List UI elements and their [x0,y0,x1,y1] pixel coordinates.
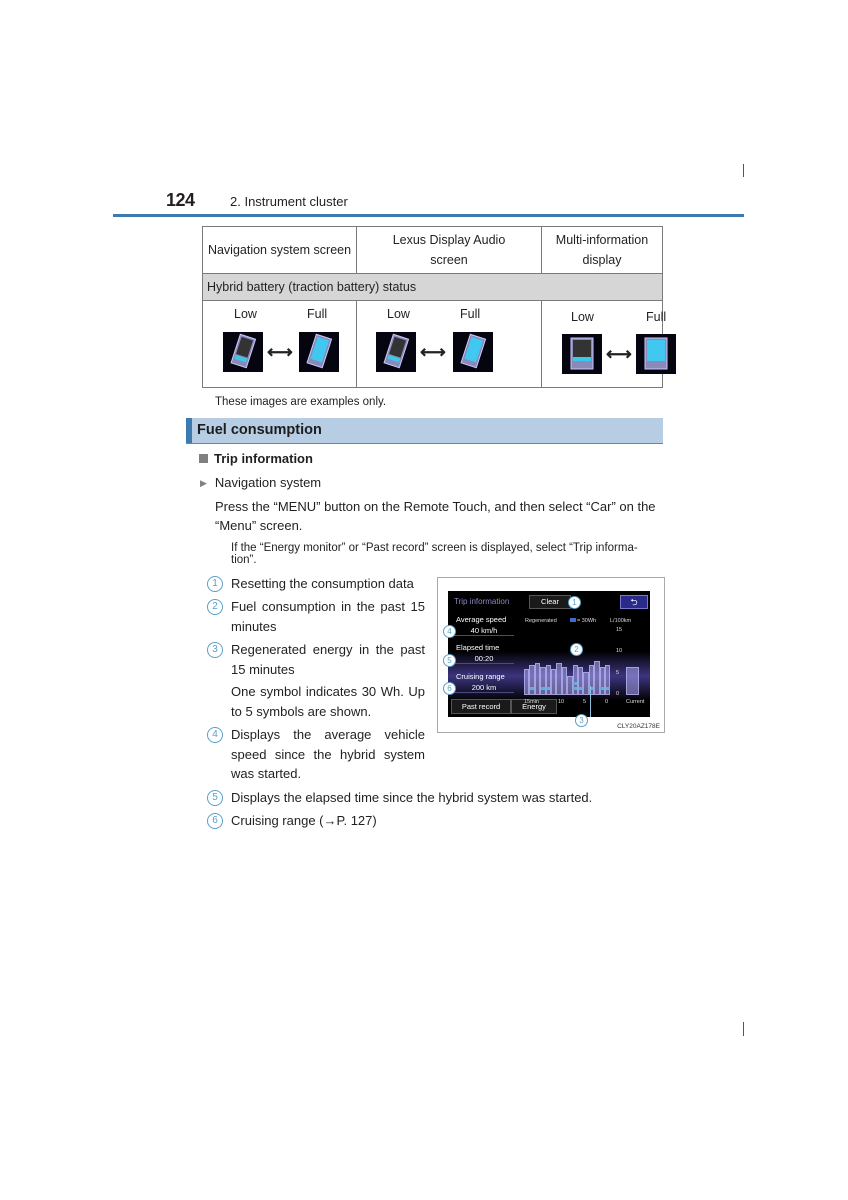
number-5-icon: 5 [207,790,223,806]
current-fuel-bar [626,667,639,695]
regen-symbol [578,687,583,690]
regen-symbol [573,682,578,685]
trip-info-screen: Trip information Clear ⮌ Average speed 4… [448,591,650,717]
list-item-text: Regenerated energy in the past 15 minute… [231,642,425,677]
list-item-detail: One symbol indicates 30 Wh. Up to 5 symb… [231,684,425,719]
callout-3: 3 [575,714,588,727]
section-title: Fuel consumption [197,422,322,438]
list-item-text: Displays the elapsed time since the hybr… [231,790,593,805]
list-item: 2 Fuel consumption in the past 15 minute… [207,597,425,637]
figure-code: CLY20AZ178E [617,723,660,730]
page-number: 124 [166,190,195,210]
list-item-text: Cruising range (→P. 127) [231,813,377,828]
subsubsection-title: Navigation system [214,475,322,490]
section-heading: Fuel consumption [186,418,663,444]
triangle-bullet-icon: ▶ [200,478,207,488]
x-tick-label: Current [626,699,645,705]
list-item-text: Fuel consumption in the past 15 minutes [231,599,425,634]
list-item-text: Resetting the consumption data [231,576,414,591]
y-tick-label: 5 [616,669,620,676]
low-label: Low [571,310,594,324]
regen-symbol [573,687,578,690]
battery-full-icon [299,332,339,372]
battery-cell-multi-info: Low Full ⟷ [541,300,676,388]
battery-cell-audio: Low Full ⟷ [356,300,542,388]
subsection-heading: Trip information [199,451,313,466]
x-tick-label: 0 [605,699,609,705]
battery-full-icon [636,334,676,374]
battery-low-icon [562,334,602,374]
battery-low-icon [376,332,416,372]
regen-symbol [605,687,610,690]
callout-5: 5 [443,654,456,667]
x-tick-label: 10 [558,699,565,705]
callout-4: 4 [443,625,456,638]
fuel-bar [605,665,611,695]
regen-symbol [540,687,545,690]
number-2-icon: 2 [207,599,223,615]
arrow-icon: ⟷ [420,342,446,362]
section-accent [186,418,192,443]
instruction-text: Press the “MENU” button on the Remote To… [215,499,656,533]
column-header: Multi-information display [541,226,663,274]
header-rule [113,214,744,217]
arrow-icon: ⟷ [267,342,293,362]
callout-1: 1 [568,596,581,609]
fuel-chart: 15 10 5 0 15min 10 5 0 Current [448,591,650,717]
instruction-note: If the “Energy monitor” or “Past record”… [231,542,638,566]
callout-2: 2 [570,643,583,656]
low-label: Low [387,307,410,321]
subsubsection-heading: ▶ Navigation system [200,475,321,490]
regen-symbol [600,687,605,690]
regen-symbol [529,687,534,690]
number-6-icon: 6 [207,813,223,829]
table-subheading: Hybrid battery (traction battery) status [202,273,663,301]
trip-info-figure: Trip information Clear ⮌ Average speed 4… [437,577,665,733]
page-header: 124 2. Instrument cluster [113,190,744,218]
full-label: Full [307,307,328,321]
y-tick-label: 10 [616,648,623,655]
y-tick-label: 15 [616,627,623,633]
square-bullet-icon [199,454,208,463]
list-item: 6 Cruising range (→P. 127) [207,811,667,831]
number-3-icon: 3 [207,642,223,658]
battery-cell-navigation: Low Full ⟷ [202,300,357,388]
list-item: 1 Resetting the consumption data [207,574,425,594]
number-4-icon: 4 [207,727,223,743]
low-label: Low [234,307,257,321]
crop-mark-top [743,164,744,177]
list-item: 4 Displays the average vehicle speed sin… [207,725,425,785]
column-header: Navigation system screen [202,226,357,274]
regen-symbol [546,687,551,690]
list-item: 5 Displays the elapsed time since the hy… [207,788,667,808]
list-item-text: Displays the average vehicle speed since… [231,727,425,781]
crop-mark-bottom [743,1022,744,1036]
callout-6: 6 [443,682,456,695]
x-tick-label: 5 [583,699,587,705]
battery-status-table: Navigation system screen Lexus Display A… [202,226,676,388]
number-1-icon: 1 [207,576,223,592]
subsection-title: Trip information [214,451,313,466]
x-tick-label: 15min [524,699,539,705]
battery-full-icon [453,332,493,372]
full-label: Full [460,307,481,321]
y-tick-label: 0 [616,691,620,697]
battery-low-icon [223,332,263,372]
examples-note: These images are examples only. [215,396,387,408]
chapter-title: 2. Instrument cluster [230,194,348,209]
list-item: 3 Regenerated energy in the past 15 minu… [207,640,425,725]
full-label: Full [646,310,667,324]
arrow-icon: ⟷ [606,344,632,364]
column-header: Lexus Display Audio screen [356,226,542,274]
callout-3-leader [590,686,591,717]
